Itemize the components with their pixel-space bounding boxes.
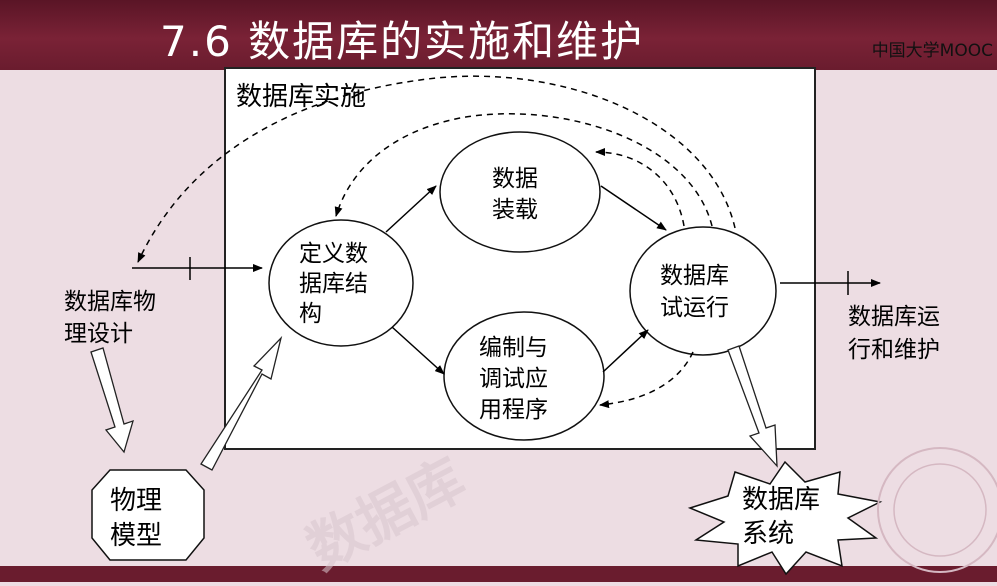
node-define-line-3: 构 — [299, 301, 322, 327]
node-define-line-1: 定义数 — [299, 241, 368, 267]
node-load-line-1: 数据 — [492, 166, 538, 192]
node-program-line-2: 调试应 — [479, 366, 548, 392]
db-system-line-1: 数据库 — [742, 485, 821, 515]
node-program-line-3: 用程序 — [479, 397, 548, 423]
feedback-trial-to-load — [595, 148, 685, 227]
arrow-define-to-program — [391, 326, 445, 375]
feedback-trial-to-input — [137, 75, 736, 263]
physical-design-line-1: 数据库物 — [64, 289, 156, 315]
physical-model-line-2: 模型 — [110, 521, 163, 551]
operation-line-2: 行和维护 — [848, 337, 940, 363]
hollow-arrow-design-to-model — [90, 347, 134, 454]
node-trial-line-1: 数据库 — [660, 263, 729, 289]
university-emblem-inner — [893, 463, 987, 557]
node-trial-line-2: 试运行 — [660, 295, 729, 321]
hollow-arrow-model-to-define — [200, 335, 283, 471]
node-trial-ellipse — [629, 226, 777, 356]
arrow-define-to-load — [385, 185, 437, 233]
arrow-load-to-trial — [600, 185, 667, 231]
physical-model-line-1: 物理 — [110, 486, 163, 516]
node-program-line-1: 编制与 — [479, 335, 548, 361]
node-define-line-2: 据库结 — [299, 271, 368, 297]
physical-design-line-2: 理设计 — [64, 321, 133, 347]
hollow-arrow-trial-to-system — [727, 345, 778, 468]
node-load-line-2: 装载 — [492, 197, 538, 223]
db-system-starburst — [687, 460, 883, 576]
arrow-program-to-trial — [602, 329, 649, 373]
db-system-line-2: 系统 — [742, 519, 795, 549]
feedback-trial-to-program — [599, 351, 694, 409]
box-title: 数据库实施 — [236, 82, 367, 112]
university-emblem — [877, 447, 997, 573]
operation-line-1: 数据库运 — [848, 304, 940, 330]
slide: 7.6 数据库的实施和维护 中国大学MOOC 数据库 数据库实施 定义数 据库结… — [0, 0, 997, 583]
